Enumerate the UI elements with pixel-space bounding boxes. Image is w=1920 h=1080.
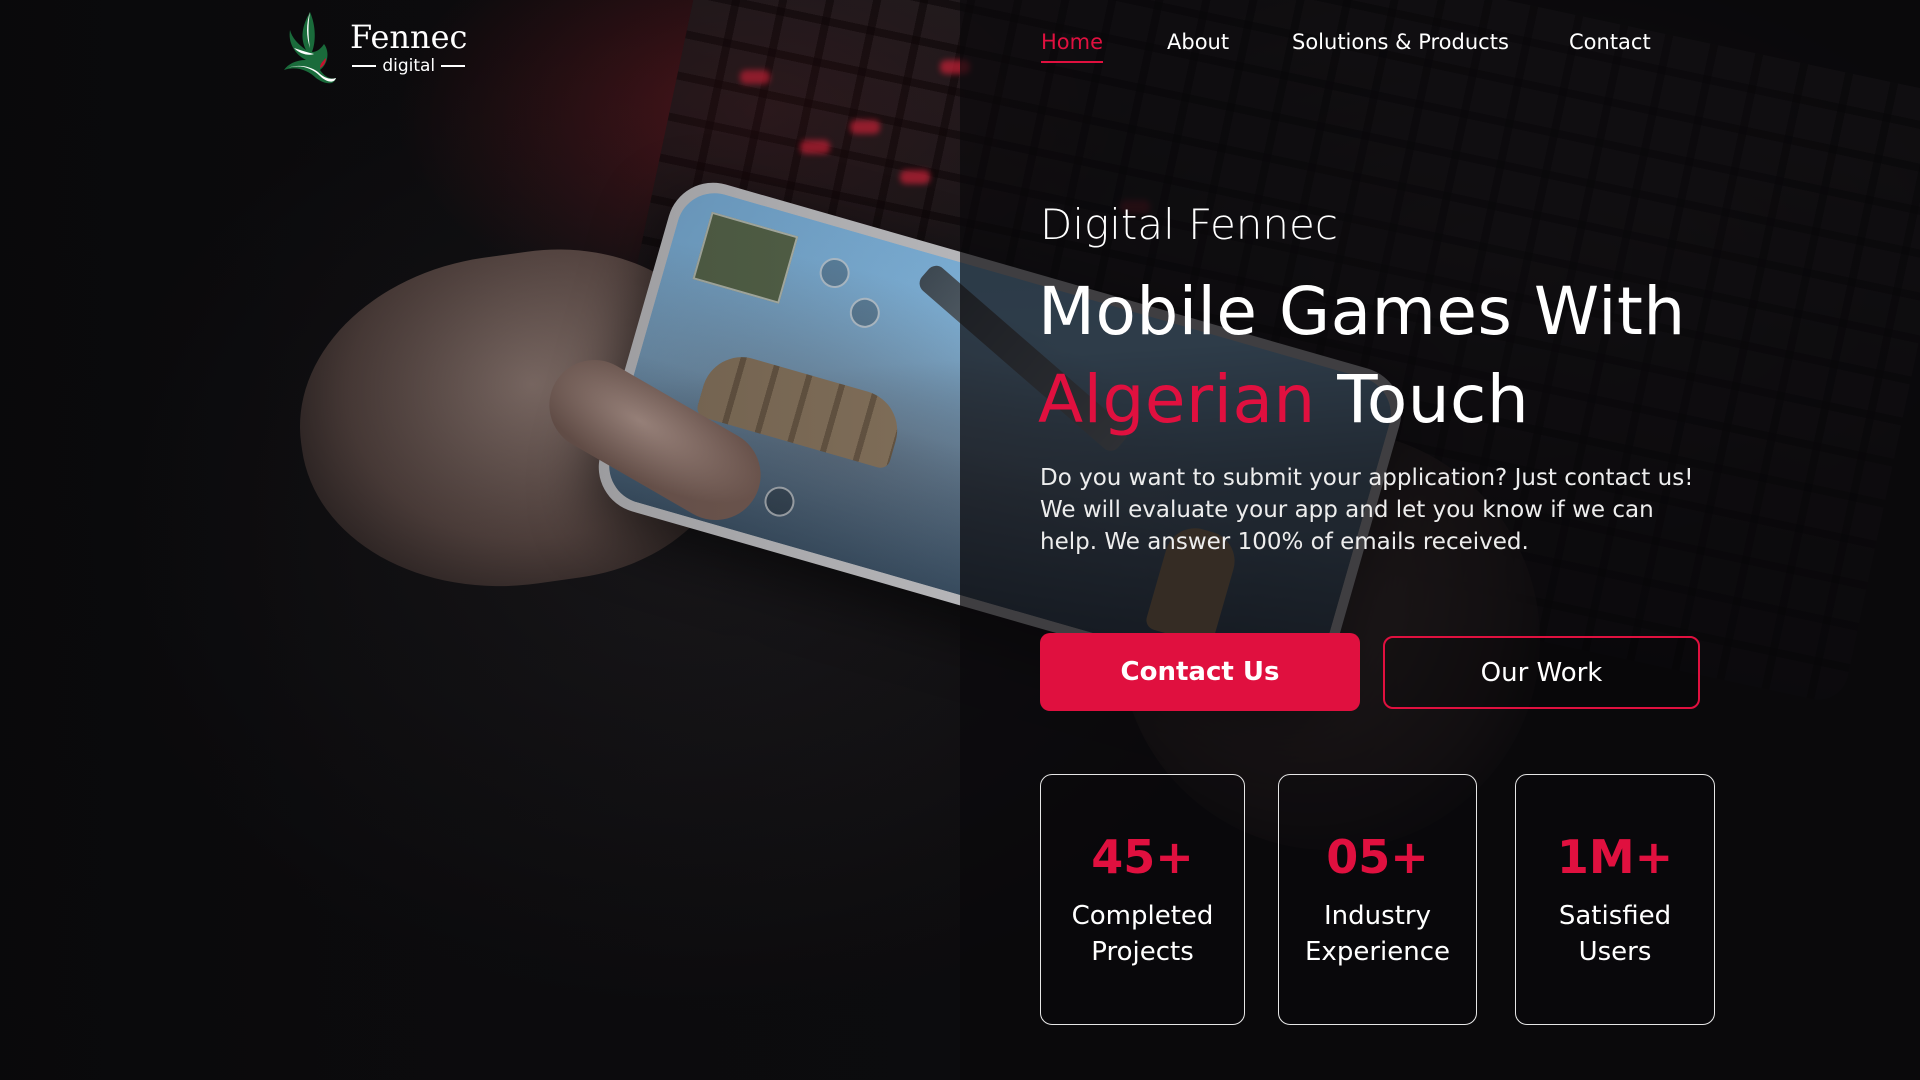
brand-wordmark: Fennec digital (350, 18, 468, 76)
brand-logo[interactable]: Fennec digital (280, 8, 467, 88)
hero-eyebrow: Digital Fennec (1040, 200, 1338, 249)
page: Fennec digital Home About Solutions & Pr… (0, 0, 1920, 1080)
brand-subtitle: digital (382, 55, 436, 76)
stat-label: Completed Projects (1071, 900, 1214, 967)
hero-headline: Mobile Games With Algerian Touch (1038, 268, 1686, 444)
contact-us-button[interactable]: Contact Us (1040, 633, 1360, 711)
brand-subtitle-row: digital (352, 55, 466, 76)
divider (352, 64, 377, 67)
nav-item-home[interactable]: Home (1041, 30, 1104, 63)
stat-value: 1M+ (1556, 829, 1674, 884)
stat-card-experience: 05+ Industry Experience (1278, 774, 1477, 1025)
headline-rest: Touch (1337, 361, 1530, 438)
divider (441, 64, 466, 67)
hero-description: Do you want to submit your application? … (1040, 465, 1694, 555)
brand-name: Fennec (350, 18, 468, 57)
stat-label: Industry Experience (1305, 900, 1450, 967)
our-work-button[interactable]: Our Work (1383, 636, 1700, 709)
nav-item-contact[interactable]: Contact (1569, 30, 1651, 54)
headline-accent: Algerian (1038, 361, 1316, 438)
nav-item-about[interactable]: About (1167, 30, 1229, 54)
stat-card-projects: 45+ Completed Projects (1040, 774, 1245, 1025)
stat-value: 45+ (1091, 829, 1194, 884)
headline-line-1: Mobile Games With (1038, 273, 1686, 350)
fennec-logo-icon (284, 12, 336, 84)
stat-label: Satisfied Users (1558, 900, 1672, 967)
stat-card-users: 1M+ Satisfied Users (1515, 774, 1715, 1025)
nav-item-solutions-products[interactable]: Solutions & Products (1292, 30, 1509, 54)
stat-value: 05+ (1326, 829, 1429, 884)
left-shade-overlay (0, 0, 960, 1080)
